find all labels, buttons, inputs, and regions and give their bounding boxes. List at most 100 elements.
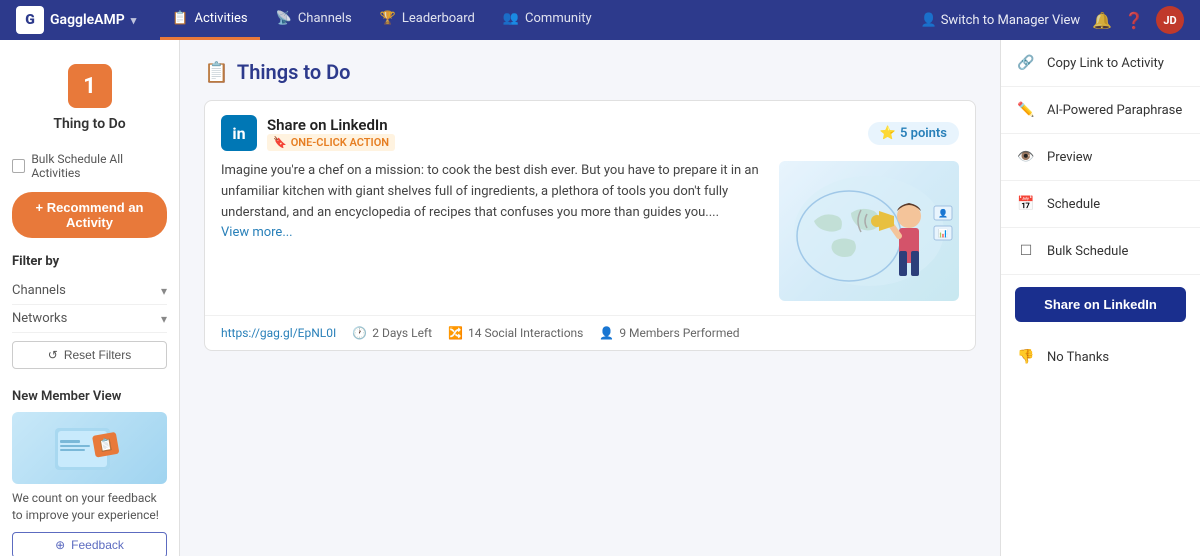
new-member-thumbnail: 📋 [12,412,167,484]
card-body: Imagine you're a chef on a mission: to c… [205,161,975,315]
copy-link-icon: 🔗 [1015,52,1037,74]
activity-card: in Share on LinkedIn 🔖 ONE-CLICK ACTION … [204,100,976,351]
recommend-activity-button[interactable]: + Recommend an Activity [12,192,167,238]
new-member-label: New Member View [12,389,167,404]
nav-links: 📋 Activities 📡 Channels 🏆 Leaderboard 👥 … [160,0,896,40]
svg-text:📋: 📋 [97,437,114,453]
star-icon: ⭐ [880,126,896,141]
reset-icon: ↺ [48,348,58,362]
card-title-group: Share on LinkedIn 🔖 ONE-CLICK ACTION [267,116,395,151]
social-interactions-item: 🔀 14 Social Interactions [448,326,583,340]
filter-networks-row[interactable]: Networks ▾ [12,305,167,333]
social-icon: 🔀 [448,326,463,340]
nav-leaderboard-label: Leaderboard [402,11,475,26]
filter-section: Filter by Channels ▾ Networks ▾ ↺ Reset … [12,254,167,369]
nav-community-label: Community [525,11,592,26]
todo-count-badge: 1 [68,64,112,108]
notification-icon[interactable]: 🔔 [1092,11,1112,30]
feedback-button[interactable]: ⊕ Feedback [12,532,167,556]
page-title: 📋 Things to Do [204,60,976,84]
right-panel: 🔗 Copy Link to Activity ✏️ AI-Powered Pa… [1000,40,1200,556]
bulk-schedule-label: Bulk Schedule [1047,244,1128,259]
ai-paraphrase-label: AI-Powered Paraphrase [1047,103,1182,118]
brand-chevron: ▾ [131,14,137,27]
copy-link-label: Copy Link to Activity [1047,56,1164,71]
bulk-schedule-action[interactable]: ☐ Bulk Schedule [1001,228,1200,275]
reset-filters-button[interactable]: ↺ Reset Filters [12,341,167,369]
card-header: in Share on LinkedIn 🔖 ONE-CLICK ACTION … [205,101,975,161]
share-linkedin-button[interactable]: Share on LinkedIn [1015,287,1186,322]
main-layout: 1 Thing to Do Bulk Schedule All Activiti… [0,40,1200,556]
activity-illustration-svg: 👤 📊 [779,161,959,301]
content-area: 📋 Things to Do in Share on LinkedIn 🔖 ON… [180,40,1000,556]
switch-manager-btn[interactable]: 👤 Switch to Manager View [921,13,1081,28]
feedback-label: Feedback [71,538,124,552]
days-left-item: 🕐 2 Days Left [352,326,432,340]
user-avatar[interactable]: JD [1156,6,1184,34]
thumbnail-illustration: 📋 [50,418,130,478]
filter-title: Filter by [12,254,167,269]
nav-activities[interactable]: 📋 Activities [160,0,259,40]
nav-leaderboard[interactable]: 🏆 Leaderboard [368,0,487,40]
schedule-action[interactable]: 📅 Schedule [1001,181,1200,228]
members-icon: 👤 [599,326,614,340]
sidebar: 1 Thing to Do Bulk Schedule All Activiti… [0,40,180,556]
channels-chevron-icon: ▾ [161,284,167,298]
brand-logo[interactable]: G GaggleAMP ▾ [16,6,136,34]
new-member-section: New Member View 📋 We count on your feedb… [12,389,167,556]
schedule-label: Schedule [1047,197,1100,212]
activity-description: Imagine you're a chef on a mission: to c… [221,161,763,244]
topnav: G GaggleAMP ▾ 📋 Activities 📡 Channels 🏆 … [0,0,1200,40]
one-click-badge: 🔖 ONE-CLICK ACTION [267,134,395,151]
filter-networks-label: Networks [12,311,67,326]
card-illustration: 👤 📊 [779,161,959,301]
badge-label: ONE-CLICK ACTION [291,136,389,149]
activity-link[interactable]: https://gag.gl/EpNL0I [221,326,336,340]
clock-icon: 🕐 [352,326,367,340]
thing-to-do-summary: 1 Thing to Do [12,56,167,140]
bulk-schedule-checkbox[interactable] [12,159,25,173]
channels-icon: 📡 [276,11,292,26]
switch-manager-label: Switch to Manager View [941,13,1080,28]
nav-channels[interactable]: 📡 Channels [264,0,364,40]
linkedin-icon: in [221,115,257,151]
switch-manager-icon: 👤 [921,13,937,28]
feedback-icon: ⊕ [55,538,65,552]
badge-icon: 🔖 [273,136,287,149]
activities-icon: 📋 [172,11,188,26]
leaderboard-icon: 🏆 [380,11,396,26]
copy-link-action[interactable]: 🔗 Copy Link to Activity [1001,40,1200,87]
no-thanks-label: No Thanks [1047,350,1109,365]
view-more-link[interactable]: View more... [221,225,293,240]
preview-icon: 👁️ [1015,146,1037,168]
thing-to-do-label: Thing to Do [53,116,125,132]
ai-paraphrase-action[interactable]: ✏️ AI-Powered Paraphrase [1001,87,1200,134]
brand-name: GaggleAMP [50,12,125,28]
nav-channels-label: Channels [298,11,352,26]
filter-channels-row[interactable]: Channels ▾ [12,277,167,305]
networks-chevron-icon: ▾ [161,312,167,326]
card-meta: https://gag.gl/EpNL0I 🕐 2 Days Left 🔀 14… [221,326,740,340]
points-value: 5 points [900,126,947,141]
new-member-description: We count on your feedback to improve you… [12,490,167,524]
ai-paraphrase-icon: ✏️ [1015,99,1037,121]
reset-label: Reset Filters [64,348,131,362]
svg-text:👤: 👤 [938,208,948,218]
schedule-icon: 📅 [1015,193,1037,215]
social-interactions-value: 14 Social Interactions [468,326,583,340]
days-left-value: 2 Days Left [372,326,432,340]
members-performed-item: 👤 9 Members Performed [599,326,739,340]
help-icon[interactable]: ❓ [1124,11,1144,30]
svg-text:📊: 📊 [938,228,948,238]
page-title-text: Things to Do [237,60,351,84]
filter-channels-label: Channels [12,283,66,298]
bulk-schedule-label: Bulk Schedule All Activities [31,152,167,180]
no-thanks-icon: 👎 [1015,346,1037,368]
nav-community[interactable]: 👥 Community [491,0,604,40]
bulk-schedule-row: Bulk Schedule All Activities [12,152,167,180]
logo-box: G [16,6,44,34]
no-thanks-action[interactable]: 👎 No Thanks [1001,334,1200,380]
card-header-left: in Share on LinkedIn 🔖 ONE-CLICK ACTION [221,115,395,151]
activity-title: Share on LinkedIn [267,116,395,134]
preview-action[interactable]: 👁️ Preview [1001,134,1200,181]
